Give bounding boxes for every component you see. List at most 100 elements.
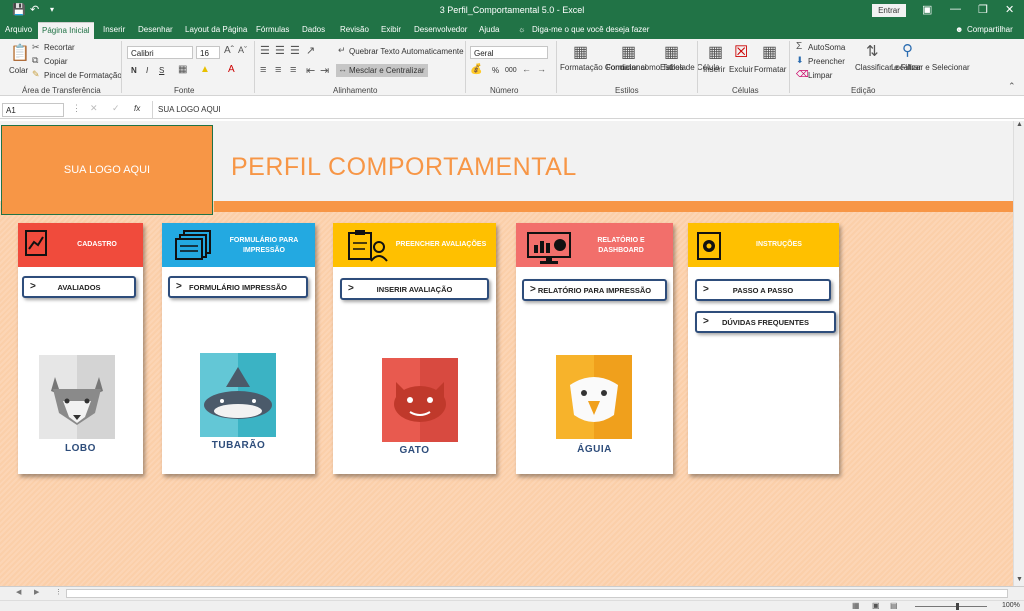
- align-top-icon[interactable]: ☰: [260, 44, 270, 57]
- tab-inserir[interactable]: Inserir: [103, 25, 125, 34]
- align-left-icon[interactable]: ≡: [260, 64, 266, 76]
- share-icon[interactable]: ☻: [955, 25, 963, 34]
- name-box[interactable]: A1: [2, 103, 64, 117]
- scroll-down-icon[interactable]: ▼: [1016, 576, 1023, 583]
- relatorio-impressao-button[interactable]: > RELATÓRIO PARA IMPRESSÃO: [522, 279, 667, 301]
- tab-layout[interactable]: Layout da Página: [185, 25, 247, 34]
- cell-styles-icon[interactable]: ▦: [664, 42, 679, 62]
- underline-button[interactable]: S: [159, 66, 164, 75]
- bold-button[interactable]: N: [131, 66, 137, 75]
- align-center-icon[interactable]: ≡: [275, 64, 281, 76]
- copy-icon[interactable]: ⧉: [32, 55, 38, 66]
- tab-revisao[interactable]: Revisão: [340, 25, 369, 34]
- autosum-button[interactable]: AutoSoma: [808, 43, 845, 52]
- enter-icon[interactable]: ✓: [112, 103, 120, 114]
- decrease-font-icon[interactable]: Aˇ: [238, 45, 247, 55]
- currency-icon[interactable]: 💰: [470, 64, 482, 75]
- tab-exibir[interactable]: Exibir: [381, 25, 401, 34]
- page-layout-view-icon[interactable]: ▣: [872, 601, 880, 610]
- increase-decimal-icon[interactable]: ←: [522, 64, 531, 74]
- format-cells-icon[interactable]: ▦: [762, 42, 777, 62]
- tab-desenhar[interactable]: Desenhar: [138, 25, 173, 34]
- font-color-icon[interactable]: A: [228, 64, 235, 75]
- sort-filter-icon[interactable]: ⇅: [866, 42, 879, 60]
- wrap-text-button[interactable]: Quebrar Texto Automaticamente: [349, 47, 464, 56]
- delete-cells-button[interactable]: Excluir: [729, 65, 753, 74]
- merge-icon[interactable]: ↔: [338, 64, 347, 74]
- merge-center-button[interactable]: Mesclar e Centralizar: [349, 66, 425, 75]
- horizontal-scrollbar[interactable]: [66, 589, 1008, 598]
- formulario-impressao-button[interactable]: > FORMULÁRIO IMPRESSÃO: [168, 276, 308, 298]
- fill-icon[interactable]: ⬇: [796, 55, 804, 66]
- avaliados-button[interactable]: > AVALIADOS: [22, 276, 136, 298]
- insert-function-button[interactable]: fx: [134, 104, 140, 113]
- zoom-level[interactable]: 100%: [1002, 602, 1020, 609]
- fill-button[interactable]: Preencher: [808, 57, 845, 66]
- autosum-icon[interactable]: Σ: [796, 41, 802, 52]
- increase-indent-icon[interactable]: ⇥: [320, 64, 329, 77]
- format-painter-icon[interactable]: ✎: [32, 69, 40, 80]
- close-icon[interactable]: ✕: [1005, 3, 1014, 16]
- cancel-icon[interactable]: ✕: [90, 103, 98, 114]
- shark-image[interactable]: [200, 353, 276, 437]
- increase-font-icon[interactable]: Aˆ: [224, 45, 234, 56]
- decrease-decimal-icon[interactable]: →: [537, 64, 546, 74]
- paste-icon[interactable]: 📋: [10, 43, 30, 63]
- conditional-format-icon[interactable]: ▦: [573, 42, 588, 62]
- share-button[interactable]: Compartilhar: [967, 25, 1013, 34]
- sign-in-button[interactable]: Entrar: [872, 4, 906, 17]
- zoom-slider-thumb[interactable]: [956, 603, 959, 610]
- tab-desenvolvedor[interactable]: Desenvolvedor: [414, 25, 467, 34]
- passo-a-passo-button[interactable]: > PASSO A PASSO: [695, 279, 831, 301]
- borders-icon[interactable]: ▦: [178, 64, 187, 75]
- delete-cells-icon[interactable]: ☒: [734, 42, 748, 62]
- wolf-image[interactable]: [39, 355, 115, 439]
- format-cells-button[interactable]: Formatar: [754, 65, 786, 74]
- normal-view-icon[interactable]: ▦: [852, 601, 860, 610]
- thousands-button[interactable]: 000: [505, 67, 517, 74]
- prev-sheet-icon[interactable]: ◀: [16, 588, 21, 596]
- format-table-icon[interactable]: ▦: [621, 42, 636, 62]
- find-select-icon[interactable]: ⚲: [902, 41, 913, 59]
- paste-button[interactable]: Colar: [9, 66, 28, 75]
- cat-image[interactable]: [382, 358, 458, 442]
- percent-button[interactable]: %: [492, 66, 499, 75]
- font-name-select[interactable]: Calibri: [127, 46, 193, 59]
- format-painter-button[interactable]: Pincel de Formatação: [44, 71, 122, 80]
- inserir-avaliacao-button[interactable]: > INSERIR AVALIAÇÃO: [340, 278, 489, 300]
- cut-button[interactable]: Recortar: [44, 43, 75, 52]
- page-break-view-icon[interactable]: ▤: [890, 601, 898, 610]
- minimize-icon[interactable]: —: [950, 3, 961, 15]
- ribbon-display-options-icon[interactable]: ▣: [922, 3, 932, 16]
- logo-placeholder[interactable]: SUA LOGO AQUI: [1, 125, 213, 215]
- cut-icon[interactable]: ✂: [32, 42, 40, 53]
- tab-dados[interactable]: Dados: [302, 25, 325, 34]
- more-options-icon[interactable]: ⋮: [72, 103, 81, 114]
- tell-me-search[interactable]: Diga-me o que você deseja fazer: [532, 25, 649, 34]
- number-format-select[interactable]: Geral: [470, 46, 548, 59]
- collapse-ribbon-icon[interactable]: ⌃: [1008, 81, 1016, 92]
- formula-input[interactable]: SUA LOGO AQUI: [158, 105, 221, 114]
- vertical-scrollbar[interactable]: ▲ ▼: [1013, 121, 1024, 586]
- tab-ajuda[interactable]: Ajuda: [479, 25, 499, 34]
- italic-button[interactable]: I: [146, 66, 148, 75]
- copy-button[interactable]: Copiar: [44, 57, 68, 66]
- clear-icon[interactable]: ⌫: [796, 69, 809, 80]
- insert-cells-icon[interactable]: ▦: [708, 42, 723, 62]
- tab-formulas[interactable]: Fórmulas: [256, 25, 289, 34]
- align-right-icon[interactable]: ≡: [290, 64, 296, 76]
- tab-pagina-inicial[interactable]: Página Inicial: [38, 22, 94, 39]
- clear-button[interactable]: Limpar: [808, 71, 832, 80]
- align-middle-icon[interactable]: ☰: [275, 44, 285, 57]
- align-bottom-icon[interactable]: ☰: [290, 44, 300, 57]
- wrap-text-icon[interactable]: ↵: [338, 45, 346, 56]
- zoom-slider[interactable]: [915, 606, 987, 607]
- orientation-icon[interactable]: ↗: [306, 44, 315, 57]
- worksheet[interactable]: SUA LOGO AQUI PERFIL COMPORTAMENTAL CADA…: [0, 121, 1013, 586]
- tab-arquivo[interactable]: Arquivo: [5, 25, 32, 34]
- duvidas-frequentes-button[interactable]: > DÚVIDAS FREQUENTES: [695, 311, 836, 333]
- sheet-options-icon[interactable]: ⋮: [55, 588, 62, 596]
- decrease-indent-icon[interactable]: ⇤: [306, 64, 315, 77]
- fill-color-icon[interactable]: ▲: [200, 64, 210, 75]
- eagle-image[interactable]: [556, 355, 632, 439]
